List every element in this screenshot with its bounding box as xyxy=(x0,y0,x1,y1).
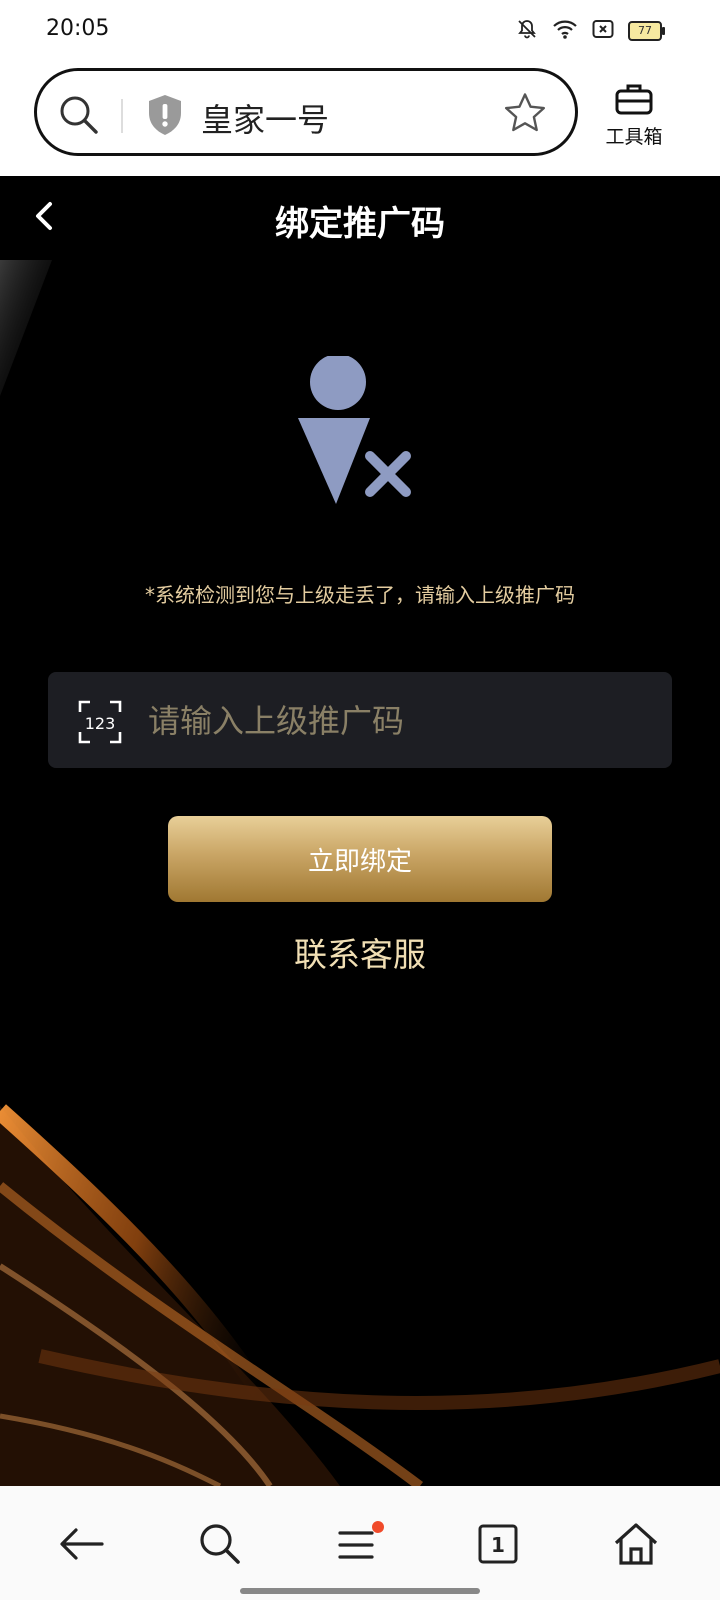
promo-code-input[interactable] xyxy=(146,696,640,746)
scan-123-icon: 123 xyxy=(78,700,122,748)
status-time: 20:05 xyxy=(46,16,110,41)
toolbox-button[interactable]: 工具箱 xyxy=(604,82,664,149)
address-bar[interactable]: 皇家一号 xyxy=(34,68,578,156)
contact-support-link[interactable]: 联系客服 xyxy=(0,928,720,976)
user-missing-icon xyxy=(298,354,418,510)
svg-text:123: 123 xyxy=(85,714,116,733)
wifi-icon xyxy=(552,18,578,44)
bell-off-icon xyxy=(516,18,538,44)
tabs-icon[interactable]: 1 xyxy=(468,1516,528,1572)
svg-text:1: 1 xyxy=(491,1533,505,1557)
status-bar: 20:05 77 xyxy=(0,0,720,64)
search-icon[interactable] xyxy=(190,1516,250,1572)
close-box-icon xyxy=(592,19,614,43)
arrow-left-icon[interactable] xyxy=(52,1516,112,1572)
battery-icon: 77 xyxy=(628,21,665,41)
notice-text: *系统检测到您与上级走丢了，请输入上级推广码 xyxy=(145,583,575,607)
menu-icon[interactable] xyxy=(330,1516,390,1572)
home-icon[interactable] xyxy=(606,1516,666,1572)
browser-toolbar: 皇家一号 工具箱 xyxy=(0,64,720,176)
bind-code-page: 绑定推广码 *系统检测到您与上级走丢了，请输入上级推广码 123 立即绑定 联系… xyxy=(0,176,720,1486)
shield-icon[interactable] xyxy=(145,93,185,141)
star-icon[interactable] xyxy=(503,91,547,139)
search-icon[interactable] xyxy=(57,93,101,141)
promo-code-field[interactable]: 123 xyxy=(48,672,672,768)
page-title: 绑定推广码 xyxy=(275,204,445,244)
address-divider xyxy=(121,99,123,133)
home-indicator[interactable] xyxy=(240,1588,480,1594)
toolbox-icon xyxy=(615,84,653,120)
browser-bottom-nav: 1 xyxy=(0,1486,720,1600)
bind-now-button[interactable]: 立即绑定 xyxy=(168,816,552,902)
page-url-title[interactable]: 皇家一号 xyxy=(201,95,329,141)
status-icons: 77 xyxy=(516,18,665,44)
toolbox-label: 工具箱 xyxy=(605,126,663,148)
